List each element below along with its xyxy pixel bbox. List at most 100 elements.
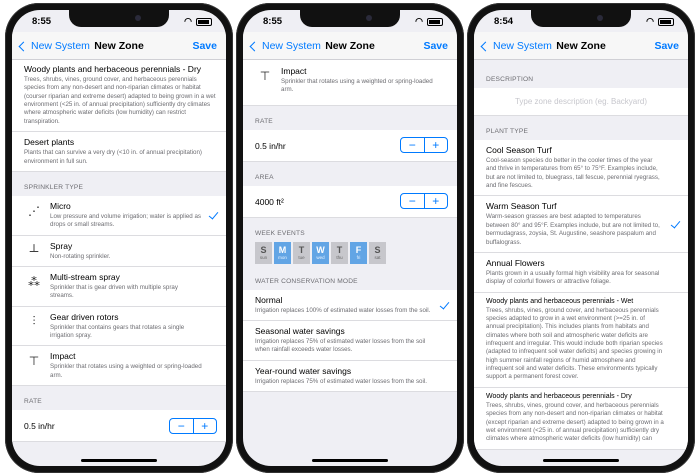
save-button[interactable]: Save xyxy=(654,40,679,52)
impact-sprinkler-icon: ⊤ xyxy=(28,354,40,369)
option-desc: Sprinkler that is gear driven with multi… xyxy=(50,283,178,300)
day-name: sat xyxy=(374,255,381,261)
option-title: Cool Season Turf xyxy=(486,145,552,155)
checkmark-icon xyxy=(439,299,450,310)
minus-button[interactable]: − xyxy=(401,194,425,209)
option-desc: Plants grown in a usually formal high vi… xyxy=(486,269,660,286)
phone-3: 8:54 ◠ New System New Zone Save DESCRIPT… xyxy=(467,3,695,473)
save-button[interactable]: Save xyxy=(423,40,448,52)
notch xyxy=(531,10,631,27)
rate-stepper[interactable]: − + xyxy=(400,137,448,154)
option-title: Gear driven rotors xyxy=(50,311,119,322)
plant-option-woody-wet[interactable]: Woody plants and herbaceous perennials -… xyxy=(474,292,688,388)
option-desc: Trees, shrubs, vines, ground cover, and … xyxy=(486,306,663,381)
section-header-rate: RATE xyxy=(24,398,42,406)
description-field[interactable]: Type zone description (eg. Backyard) xyxy=(474,88,688,116)
sprinkler-option-impact[interactable]: ⊤ Impact Sprinkler that rotates using a w… xyxy=(243,60,457,106)
option-desc: Trees, shrubs, vines, ground cover, and … xyxy=(24,76,216,125)
area-row: 4000 ft² − + xyxy=(243,185,457,218)
plant-option-woody-dry[interactable]: Woody plants and herbaceous perennials -… xyxy=(474,387,688,450)
minus-button[interactable]: − xyxy=(401,138,425,153)
screen-2: 8:55 ◠ New System New Zone Save ⊤ Impact… xyxy=(243,10,457,466)
option-desc: Low pressure and volume irrigation; wate… xyxy=(50,212,201,229)
area-value: 4000 ft² xyxy=(255,196,284,207)
option-desc: Non-rotating sprinkler. xyxy=(50,252,111,260)
day-letter: T xyxy=(298,245,305,256)
notch xyxy=(69,10,169,27)
day-toggle-thu[interactable]: Tthu xyxy=(331,241,348,264)
plus-button[interactable]: + xyxy=(425,138,448,152)
nav-bar: New System New Zone Save xyxy=(12,32,226,60)
option-desc: Sprinkler that contains gears that rotat… xyxy=(50,323,185,340)
spray-sprinkler-icon: ┴ xyxy=(29,243,39,258)
option-title: Woody plants and herbaceous perennials -… xyxy=(486,297,634,305)
sprinkler-option-micro[interactable]: ⋰ Micro Low pressure and volume irrigatio… xyxy=(12,195,226,236)
plant-option-desert[interactable]: Desert plants Plants that can survive a … xyxy=(12,132,226,172)
wifi-icon: ◠ xyxy=(646,16,654,26)
battery-icon xyxy=(427,17,443,26)
option-title: Annual Flowers xyxy=(486,257,545,268)
area-stepper[interactable]: − + xyxy=(400,193,448,210)
plus-button[interactable]: + xyxy=(194,419,217,433)
sprinkler-option-rotors[interactable]: ⫶ Gear driven rotors Sprinkler that conta… xyxy=(12,306,226,347)
option-desc: Plants that can survive a very dry (<10 … xyxy=(24,149,202,165)
battery-icon xyxy=(658,17,674,26)
section-header-area: AREA xyxy=(255,173,274,181)
day-name: fri xyxy=(356,255,361,261)
sprinkler-option-spray[interactable]: ┴ Spray Non-rotating sprinkler. xyxy=(12,235,226,267)
option-desc: Trees, shrubs, vines, ground cover, and … xyxy=(486,401,664,443)
section-header-description: DESCRIPTION xyxy=(486,76,534,83)
option-title: Micro xyxy=(50,200,71,211)
day-toggle-wed[interactable]: Wwed xyxy=(312,241,329,264)
content-3[interactable]: DESCRIPTION Type zone description (eg. B… xyxy=(474,60,688,466)
option-title: Multi-stream spray xyxy=(50,271,120,282)
home-indicator xyxy=(543,459,619,462)
day-toggle-fri[interactable]: Ffri xyxy=(350,241,367,264)
content-2[interactable]: ⊤ Impact Sprinkler that rotates using a w… xyxy=(243,60,457,466)
wifi-icon: ◠ xyxy=(415,16,423,26)
option-title: Normal xyxy=(255,294,283,305)
option-desc: Irrigation replaces 100% of estimated wa… xyxy=(255,306,431,314)
option-title: Desert plants xyxy=(24,137,75,148)
rate-value: 0.5 in/hr xyxy=(24,421,55,432)
day-name: tue xyxy=(298,255,305,261)
micro-sprinkler-icon: ⋰ xyxy=(28,203,40,218)
rate-row: 0.5 in/hr − + xyxy=(243,129,457,162)
status-time: 8:54 xyxy=(494,16,514,27)
day-letter: S xyxy=(260,245,267,256)
day-toggle-sat[interactable]: Ssat xyxy=(369,241,386,264)
mode-option-year-round[interactable]: Year-round water savings Irrigation repl… xyxy=(243,360,457,393)
day-letter: F xyxy=(355,245,362,256)
sprinkler-option-impact[interactable]: ⊤ Impact Sprinkler that rotates using a w… xyxy=(12,346,226,387)
content-1[interactable]: Woody plants and herbaceous perennials -… xyxy=(12,60,226,466)
option-desc: Cool-season species do better in the coo… xyxy=(486,157,660,190)
day-toggle-mon[interactable]: Mmon xyxy=(274,241,291,264)
section-header-plant: PLANT TYPE xyxy=(486,128,529,135)
day-letter: S xyxy=(374,245,381,256)
plant-option-warm-turf[interactable]: Warm Season Turf Warm-season grasses are… xyxy=(474,196,688,253)
plus-button[interactable]: + xyxy=(425,194,448,208)
mode-option-seasonal[interactable]: Seasonal water savings Irrigation replac… xyxy=(243,321,457,361)
day-name: wed xyxy=(316,255,325,261)
impact-sprinkler-icon: ⊤ xyxy=(259,69,271,83)
notch xyxy=(300,10,400,27)
minus-button[interactable]: − xyxy=(170,418,194,433)
option-desc: Warm-season grasses are best adapted to … xyxy=(486,213,660,246)
rotor-icon: ⫶ xyxy=(32,314,36,329)
status-time: 8:55 xyxy=(32,16,52,27)
plant-option-woody-dry[interactable]: Woody plants and herbaceous perennials -… xyxy=(12,60,226,133)
mode-option-normal[interactable]: Normal Irrigation replaces 100% of estim… xyxy=(243,289,457,322)
day-toggle-sun[interactable]: Ssun xyxy=(255,241,272,264)
save-button[interactable]: Save xyxy=(192,40,217,52)
plant-option-cool-turf[interactable]: Cool Season Turf Cool-season species do … xyxy=(474,140,688,197)
option-title: Woody plants and herbaceous perennials -… xyxy=(486,392,632,400)
sprinkler-option-multi-stream[interactable]: ⁂ Multi-stream spray Sprinkler that is ge… xyxy=(12,266,226,307)
section-header-week: WEEK EVENTS xyxy=(255,229,305,237)
home-indicator xyxy=(312,459,388,462)
option-desc: Irrigation replaces 75% of estimated wat… xyxy=(255,377,427,385)
day-letter: M xyxy=(278,245,287,256)
day-toggle-tue[interactable]: Ttue xyxy=(293,241,310,264)
battery-icon xyxy=(196,17,212,26)
rate-stepper[interactable]: − + xyxy=(169,417,217,434)
plant-option-annual-flowers[interactable]: Annual Flowers Plants grown in a usually… xyxy=(474,252,688,293)
